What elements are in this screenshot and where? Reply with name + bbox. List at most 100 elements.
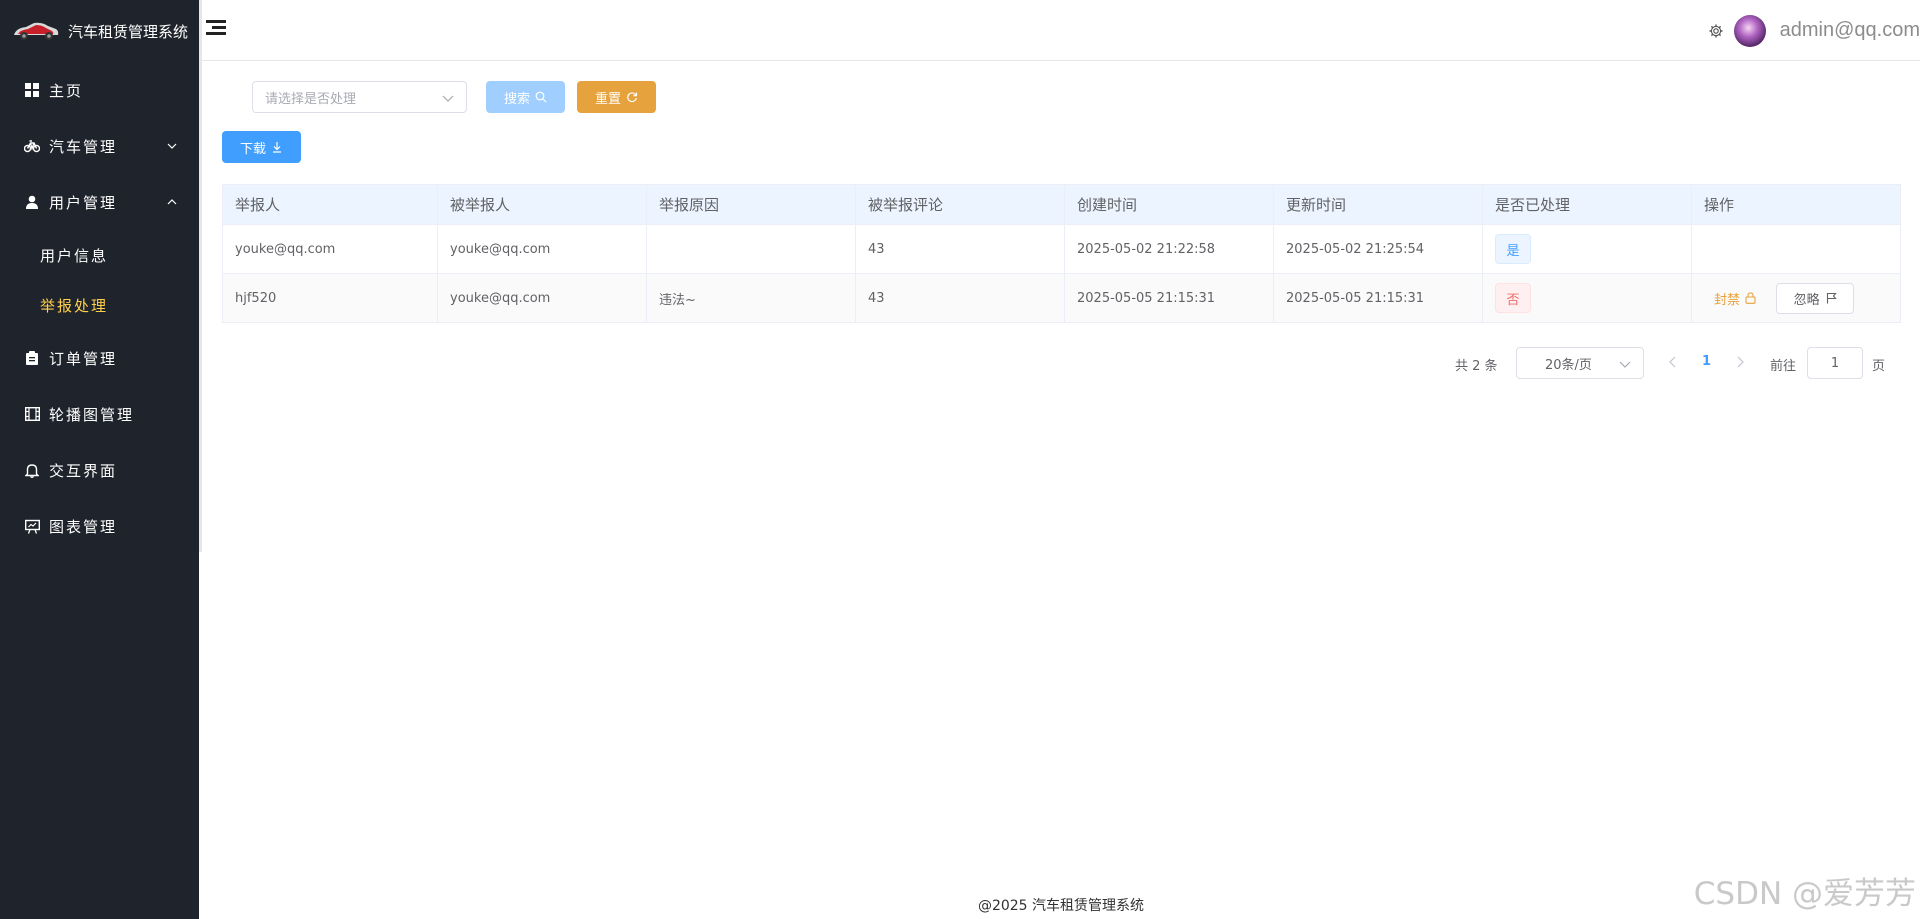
chevron-down-icon [442, 95, 454, 102]
sidebar-subitem-label: 用户信息 [40, 246, 109, 265]
watermark: CSDN @爱芳芳 [1693, 876, 1916, 912]
cell-updated: 2025-05-02 21:25:54 [1273, 224, 1483, 274]
sidebar-item-home[interactable]: 主页 [0, 62, 199, 118]
chevron-right-icon[interactable] [1735, 356, 1745, 368]
sidebar-submenu: 用户信息 举报处理 [0, 230, 199, 330]
bicycle-icon [24, 138, 40, 154]
column-header[interactable]: 被举报人 [437, 184, 647, 225]
refresh-icon [627, 92, 638, 103]
search-button-label: 搜索 [503, 91, 530, 107]
film-icon [24, 406, 40, 422]
cell-handled: 是 [1482, 224, 1692, 274]
report-table: 举报人 被举报人 举报原因 被举报评论 创建时间 更新时间 是否已处理 操作 y… [222, 184, 1901, 323]
sidebar-item-label: 交互界面 [49, 461, 118, 480]
pagination-total: 共 2 条 [1455, 359, 1498, 374]
sidebar-subitem-label: 举报处理 [40, 296, 109, 315]
handled-status-select[interactable]: 请选择是否处理 [252, 81, 467, 113]
sidebar-item-label: 主页 [49, 81, 84, 100]
sidebar-menu: 主页 汽车管理 用户管理 用户信息 举报处理 订单管理 轮播图管理 交互界面 图… [0, 62, 199, 554]
chevron-left-icon[interactable] [1668, 356, 1678, 368]
page-suffix: 页 [1872, 359, 1886, 374]
cell-reported: youke@qq.com [437, 273, 647, 323]
ignore-button[interactable]: 忽略 [1776, 282, 1855, 314]
column-header[interactable]: 创建时间 [1064, 184, 1274, 225]
cell-reason: 违法~ [646, 273, 856, 323]
top-header: admin@qq.com [202, 0, 1920, 61]
column-header[interactable]: 是否已处理 [1482, 184, 1692, 225]
sidebar-item-order-management[interactable]: 订单管理 [0, 330, 199, 386]
chevron-up-icon [167, 199, 177, 205]
sidebar-item-interaction[interactable]: 交互界面 [0, 442, 199, 498]
cell-updated: 2025-05-05 21:15:31 [1273, 273, 1483, 323]
column-header[interactable]: 被举报评论 [855, 184, 1065, 225]
user-email[interactable]: admin@qq.com [1780, 19, 1920, 42]
ignore-button-label: 忽略 [1793, 292, 1820, 308]
cell-comment: 43 [855, 273, 1065, 323]
sidebar-item-carousel-management[interactable]: 轮播图管理 [0, 386, 199, 442]
cell-actions [1691, 224, 1901, 274]
sidebar-item-label: 轮播图管理 [49, 405, 135, 424]
sidebar-item-chart-management[interactable]: 图表管理 [0, 498, 199, 554]
flag-icon [1826, 292, 1837, 304]
sidebar-item-car-management[interactable]: 汽车管理 [0, 118, 199, 174]
sidebar: 汽车租赁管理系统 主页 汽车管理 用户管理 用户信息 举报处理 订单管理 轮播图… [0, 0, 199, 919]
column-header[interactable]: 操作 [1691, 184, 1901, 225]
chevron-down-icon [1619, 361, 1631, 368]
ban-button[interactable]: 封禁 [1714, 289, 1756, 308]
clipboard-icon [24, 350, 40, 366]
select-placeholder: 请选择是否处理 [265, 91, 357, 107]
app-title: 汽车租赁管理系统 [68, 22, 189, 41]
sidebar-item-label: 汽车管理 [49, 137, 118, 156]
sidebar-item-user-management[interactable]: 用户管理 [0, 174, 199, 230]
sidebar-item-label: 图表管理 [49, 517, 118, 536]
bell-icon [24, 462, 40, 478]
lock-icon [1745, 292, 1756, 304]
cell-created: 2025-05-05 21:15:31 [1064, 273, 1274, 323]
user-icon [24, 194, 40, 210]
status-badge: 是 [1495, 234, 1531, 264]
presentation-icon [24, 518, 40, 534]
search-icon [535, 91, 547, 103]
cell-actions: 封禁 忽略 [1691, 273, 1901, 323]
sidebar-item-user-info[interactable]: 用户信息 [0, 230, 199, 280]
cell-reason [646, 224, 856, 274]
column-header[interactable]: 举报原因 [646, 184, 856, 225]
goto-label: 前往 [1770, 359, 1797, 374]
cell-reporter: hjf520 [222, 273, 438, 323]
chevron-down-icon [167, 143, 177, 149]
footer: @2025 汽车租赁管理系统 [977, 898, 1145, 914]
grid-icon [24, 82, 40, 98]
app-logo[interactable]: 汽车租赁管理系统 [0, 0, 199, 62]
goto-page-input[interactable] [1807, 347, 1863, 379]
cell-handled: 否 [1482, 273, 1692, 323]
page-number-current[interactable]: 1 [1702, 354, 1711, 369]
status-badge: 否 [1495, 283, 1531, 313]
table-header-row: 举报人 被举报人 举报原因 被举报评论 创建时间 更新时间 是否已处理 操作 [222, 184, 1901, 225]
car-logo-icon [14, 22, 59, 40]
reset-button[interactable]: 重置 [577, 81, 656, 113]
download-button-label: 下载 [239, 141, 266, 157]
search-button[interactable]: 搜索 [486, 81, 565, 113]
cell-comment: 43 [855, 224, 1065, 274]
gear-icon[interactable] [1708, 23, 1724, 39]
table-row[interactable]: youke@qq.com youke@qq.com 43 2025-05-02 … [222, 224, 1901, 274]
cell-reporter: youke@qq.com [222, 224, 438, 274]
download-icon [273, 142, 281, 153]
header-user-area: admin@qq.com [1708, 0, 1920, 61]
reset-button-label: 重置 [594, 91, 621, 107]
download-button[interactable]: 下载 [222, 131, 301, 163]
sidebar-item-report-handling[interactable]: 举报处理 [0, 280, 199, 330]
sidebar-item-label: 订单管理 [49, 349, 118, 368]
avatar[interactable] [1733, 14, 1766, 47]
column-header[interactable]: 更新时间 [1273, 184, 1483, 225]
pagination: 共 2 条 20条/页 1 前往 页 [202, 347, 1920, 379]
sidebar-item-label: 用户管理 [49, 193, 118, 212]
column-header[interactable]: 举报人 [222, 184, 438, 225]
ban-button-label: 封禁 [1714, 292, 1741, 308]
main-content: 请选择是否处理 搜索 重置 下载 举报人 被举报人 举报原因 被举报评论 创建时… [202, 61, 1920, 919]
menu-toggle-icon[interactable] [206, 20, 226, 38]
table-row[interactable]: hjf520 youke@qq.com 违法~ 43 2025-05-05 21… [222, 273, 1901, 323]
page-size-select[interactable]: 20条/页 [1516, 347, 1644, 379]
cell-created: 2025-05-02 21:22:58 [1064, 224, 1274, 274]
page-size-value: 20条/页 [1545, 357, 1592, 373]
